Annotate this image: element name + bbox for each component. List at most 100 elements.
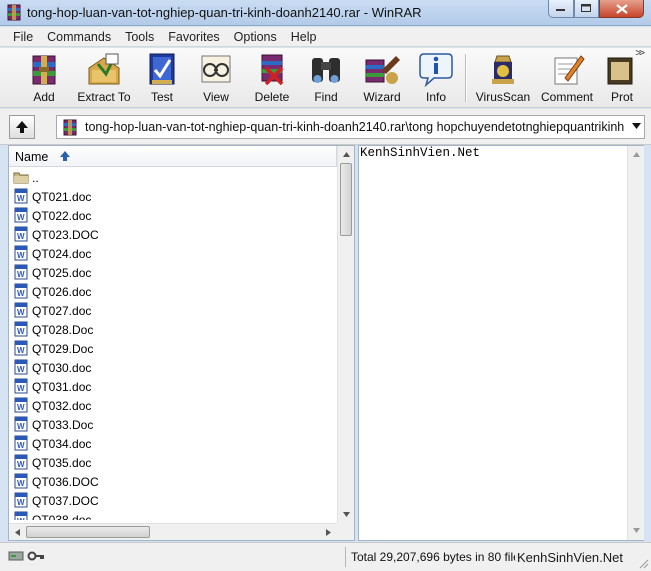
file-row[interactable]: W QT030.doc <box>9 358 337 377</box>
parent-folder-row[interactable]: .. <box>9 168 337 187</box>
file-list-vertical-scrollbar[interactable] <box>337 146 354 523</box>
add-label: Add <box>33 90 55 104</box>
menu-options[interactable]: Options <box>227 30 284 44</box>
drive-icon[interactable] <box>8 549 24 563</box>
archive-path-combobox[interactable]: tong-hop-luan-van-tot-nghiep-quan-tri-ki… <box>56 115 645 139</box>
comment-button[interactable]: Comment <box>538 50 596 106</box>
file-row[interactable]: W QT034.doc <box>9 434 337 453</box>
file-row[interactable]: W QT024.doc <box>9 244 337 263</box>
menu-favorites[interactable]: Favorites <box>161 30 226 44</box>
archive-comment-pane: KenhSinhVien.Net <box>358 145 644 541</box>
svg-text:W: W <box>17 479 25 488</box>
find-button[interactable]: Find <box>304 50 348 106</box>
svg-text:W: W <box>17 441 25 450</box>
svg-text:W: W <box>17 232 25 241</box>
file-row[interactable]: W QT031.doc <box>9 377 337 396</box>
maximize-button[interactable] <box>574 0 599 18</box>
info-button[interactable]: Info <box>414 50 458 106</box>
horizontal-scroll-thumb[interactable] <box>26 526 150 538</box>
scroll-down-arrow-icon[interactable] <box>628 522 644 539</box>
word-document-icon: W <box>13 340 29 356</box>
resize-grip-icon[interactable] <box>637 557 649 569</box>
comment-label: Comment <box>540 90 593 104</box>
svg-text:W: W <box>17 194 25 203</box>
close-button[interactable] <box>599 0 644 18</box>
vertical-scroll-thumb[interactable] <box>340 163 352 236</box>
word-document-icon: W <box>13 378 29 394</box>
comment-icon <box>554 55 585 85</box>
file-name: QT029.Doc <box>32 342 94 356</box>
name-column-label: Name <box>15 150 49 164</box>
sort-ascending-icon <box>60 151 70 161</box>
file-name: QT028.Doc <box>32 323 94 337</box>
word-document-icon: W <box>13 302 29 318</box>
file-row[interactable]: W QT023.DOC <box>9 225 337 244</box>
svg-text:W: W <box>17 270 25 279</box>
file-list-horizontal-scrollbar[interactable] <box>9 523 337 540</box>
archive-comment-text: KenhSinhVien.Net <box>360 146 481 160</box>
toolbar-overflow-chevron-icon[interactable]: >> <box>635 48 645 59</box>
delete-label: Delete <box>254 90 290 104</box>
file-name: .. <box>32 171 39 185</box>
view-label: View <box>203 90 229 104</box>
menu-file[interactable]: File <box>6 30 40 44</box>
word-document-icon: W <box>13 416 29 432</box>
svg-text:W: W <box>17 346 25 355</box>
menu-bar: File Commands Tools Favorites Options He… <box>0 27 651 47</box>
svg-text:W: W <box>17 384 25 393</box>
extract-to-label: Extract To <box>77 90 131 104</box>
word-document-icon: W <box>13 473 29 489</box>
window-title: tong-hop-luan-van-tot-nghiep-quan-tri-ki… <box>27 5 422 20</box>
menu-commands[interactable]: Commands <box>40 30 118 44</box>
virusscan-button[interactable]: VirusScan <box>474 50 532 106</box>
file-row[interactable]: W QT028.Doc <box>9 320 337 339</box>
comment-vertical-scrollbar[interactable] <box>627 146 644 540</box>
scroll-up-arrow-icon[interactable] <box>628 146 644 163</box>
title-bar: tong-hop-luan-van-tot-nghiep-quan-tri-ki… <box>0 0 651 26</box>
key-icon[interactable] <box>27 549 45 563</box>
svg-text:W: W <box>17 365 25 374</box>
name-column-header[interactable]: Name <box>9 146 337 167</box>
add-button[interactable]: Add <box>18 50 70 106</box>
file-name: QT036.DOC <box>32 475 99 489</box>
file-row[interactable]: W QT025.doc <box>9 263 337 282</box>
extract-to-button[interactable]: Extract To <box>74 50 134 106</box>
file-row[interactable]: W QT033.Doc <box>9 415 337 434</box>
file-name: QT031.doc <box>32 380 92 394</box>
file-row[interactable]: W QT035.doc <box>9 453 337 472</box>
wizard-button[interactable]: Wizard <box>357 50 407 106</box>
scroll-left-arrow-icon[interactable] <box>9 524 25 540</box>
menu-help[interactable]: Help <box>284 30 324 44</box>
up-one-level-button[interactable] <box>9 115 35 139</box>
file-row[interactable]: W QT022.doc <box>9 206 337 225</box>
word-document-icon: W <box>13 492 29 508</box>
minimize-icon <box>556 8 565 11</box>
test-button[interactable]: Test <box>140 50 184 106</box>
svg-text:W: W <box>17 327 25 336</box>
delete-button[interactable]: Delete <box>248 50 296 106</box>
wizard-icon <box>365 56 400 84</box>
svg-text:W: W <box>17 498 25 507</box>
view-button[interactable]: View <box>194 50 238 106</box>
chevron-down-icon[interactable] <box>632 123 641 129</box>
parent-folder-icon <box>13 169 29 185</box>
file-row[interactable]: W QT037.DOC <box>9 491 337 510</box>
file-name: QT026.doc <box>32 285 92 299</box>
file-row[interactable]: W QT029.Doc <box>9 339 337 358</box>
scroll-down-arrow-icon[interactable] <box>338 506 354 523</box>
scrollbar-corner <box>337 523 354 540</box>
file-row[interactable]: W QT027.doc <box>9 301 337 320</box>
minimize-button[interactable] <box>548 0 574 18</box>
binoculars-icon <box>312 58 340 83</box>
word-document-icon: W <box>13 188 29 204</box>
menu-tools[interactable]: Tools <box>118 30 161 44</box>
file-row[interactable]: W QT026.doc <box>9 282 337 301</box>
file-row[interactable]: W QT038.doc <box>9 510 337 520</box>
scroll-right-arrow-icon[interactable] <box>320 524 336 540</box>
file-row[interactable]: W QT036.DOC <box>9 472 337 491</box>
file-row[interactable]: W QT032.doc <box>9 396 337 415</box>
scroll-up-arrow-icon[interactable] <box>338 146 354 163</box>
file-name: QT033.Doc <box>32 418 94 432</box>
file-name: QT038.doc <box>32 513 92 520</box>
file-row[interactable]: W QT021.doc <box>9 187 337 206</box>
